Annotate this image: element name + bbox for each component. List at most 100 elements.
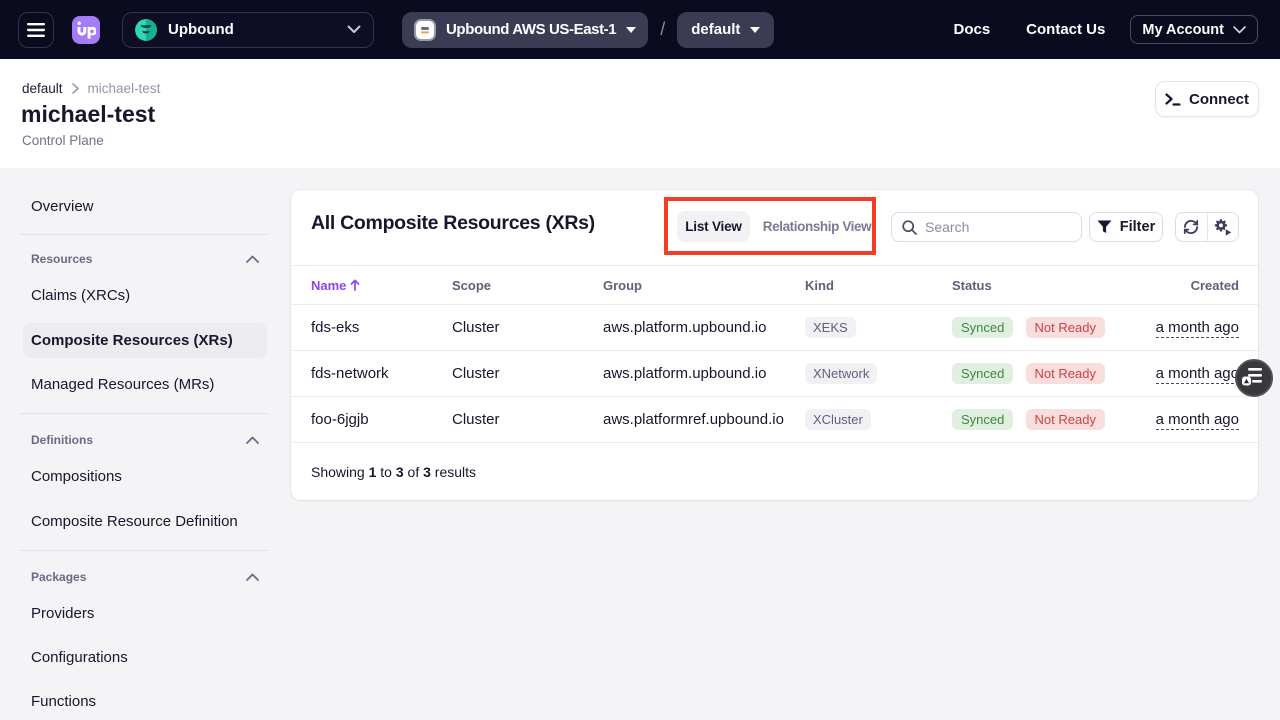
my-account-label: My Account bbox=[1142, 22, 1224, 38]
column-header-group[interactable]: Group bbox=[603, 278, 805, 293]
organization-select[interactable]: Upbound bbox=[122, 12, 374, 48]
top-navbar: Upbound Upbound AWS US-East-1 / default … bbox=[0, 0, 1280, 59]
kind-badge: XCluster bbox=[805, 409, 871, 430]
search-input[interactable] bbox=[925, 219, 1065, 235]
gear-play-icon bbox=[1214, 219, 1232, 236]
page-subtitle: Control Plane bbox=[22, 133, 104, 148]
docs-link[interactable]: Docs bbox=[953, 21, 990, 38]
summary-to: 3 bbox=[396, 464, 404, 480]
cell-group: aws.platform.upbound.io bbox=[603, 319, 805, 336]
search-box bbox=[891, 212, 1082, 242]
status-badge-synced: Synced bbox=[952, 317, 1013, 338]
group-select[interactable]: default bbox=[677, 12, 774, 48]
sidebar-section-definitions[interactable]: Definitions bbox=[31, 433, 259, 447]
resources-card: All Composite Resources (XRs) List View … bbox=[291, 190, 1258, 500]
menu-button[interactable] bbox=[18, 12, 54, 48]
cell-scope: Cluster bbox=[452, 411, 603, 428]
cell-scope: Cluster bbox=[452, 319, 603, 336]
cell-name: fds-eks bbox=[311, 319, 452, 336]
refresh-button[interactable] bbox=[1176, 213, 1207, 241]
kind-badge: XNetwork bbox=[805, 363, 877, 384]
sort-ascending-icon bbox=[350, 279, 360, 291]
cell-group: aws.platform.upbound.io bbox=[603, 365, 805, 382]
connect-label: Connect bbox=[1189, 91, 1249, 108]
summary-from: 1 bbox=[369, 464, 377, 480]
sidebar-section-label: Packages bbox=[31, 570, 86, 584]
sidebar-item-functions[interactable]: Functions bbox=[23, 684, 267, 719]
sidebar-section-label: Definitions bbox=[31, 433, 93, 447]
status-badge-not-ready: Not Ready bbox=[1026, 317, 1105, 338]
table-row[interactable]: fds-eks Cluster aws.platform.upbound.io … bbox=[291, 304, 1258, 350]
chevron-up-icon bbox=[246, 255, 259, 263]
filter-button[interactable]: Filter bbox=[1089, 212, 1163, 242]
list-view-tab[interactable]: List View bbox=[677, 211, 750, 242]
cell-name: fds-network bbox=[311, 365, 452, 382]
status-badge-not-ready: Not Ready bbox=[1026, 409, 1105, 430]
breadcrumb-chevron-icon bbox=[72, 83, 79, 94]
upbound-logo-icon bbox=[76, 21, 96, 39]
summary-text: Showing bbox=[311, 464, 369, 480]
column-header-name[interactable]: Name bbox=[311, 278, 452, 293]
cell-created[interactable]: a month ago bbox=[1156, 411, 1239, 430]
cell-created[interactable]: a month ago bbox=[1156, 365, 1239, 384]
hamburger-icon bbox=[27, 23, 45, 37]
my-account-button[interactable]: My Account bbox=[1130, 15, 1258, 44]
sidebar-item-overview[interactable]: Overview bbox=[23, 189, 267, 224]
table-row[interactable]: foo-6jgjb Cluster aws.platformref.upboun… bbox=[291, 396, 1258, 442]
page-header: default michael-test michael-test Contro… bbox=[0, 59, 1280, 168]
column-header-status[interactable]: Status bbox=[952, 278, 1139, 293]
organization-avatar bbox=[135, 19, 157, 41]
sidebar-item-configurations[interactable]: Configurations bbox=[23, 640, 267, 675]
breadcrumb-group[interactable]: default bbox=[22, 81, 63, 96]
breadcrumb: default michael-test bbox=[22, 81, 160, 96]
sidebar-item-managed-resources[interactable]: Managed Resources (MRs) bbox=[23, 367, 267, 402]
chevron-up-icon bbox=[246, 573, 259, 581]
group-select-label: default bbox=[691, 21, 740, 38]
control-plane-avatar bbox=[414, 19, 436, 41]
caret-down-icon bbox=[750, 27, 760, 33]
sidebar-item-claims[interactable]: Claims (XRCs) bbox=[23, 278, 267, 313]
control-plane-select-label: Upbound AWS US-East-1 bbox=[446, 21, 616, 38]
auto-refresh-button[interactable] bbox=[1208, 213, 1239, 241]
table-row[interactable]: fds-network Cluster aws.platform.upbound… bbox=[291, 350, 1258, 396]
sidebar: Overview Resources Claims (XRCs) Composi… bbox=[0, 168, 290, 720]
caret-down-icon bbox=[626, 27, 636, 33]
breadcrumb-slash: / bbox=[660, 19, 665, 40]
column-header-scope[interactable]: Scope bbox=[452, 278, 603, 293]
chevron-down-icon bbox=[347, 25, 361, 34]
search-icon bbox=[902, 220, 917, 235]
sidebar-item-composite-resource-definition[interactable]: Composite Resource Definition bbox=[23, 504, 267, 539]
status-badge-synced: Synced bbox=[952, 363, 1013, 384]
organization-select-label: Upbound bbox=[168, 21, 347, 38]
chevron-down-icon bbox=[1233, 26, 1246, 34]
cell-name: foo-6jgjb bbox=[311, 411, 452, 428]
upbound-logo[interactable] bbox=[72, 16, 100, 44]
column-header-kind[interactable]: Kind bbox=[805, 278, 952, 293]
relationship-view-tab[interactable]: Relationship View bbox=[764, 211, 870, 242]
kind-badge: XEKS bbox=[805, 317, 856, 338]
contact-us-link[interactable]: Contact Us bbox=[1026, 21, 1105, 38]
sidebar-item-composite-resources[interactable]: Composite Resources (XRs) bbox=[23, 323, 267, 358]
sidebar-section-resources[interactable]: Resources bbox=[31, 252, 259, 266]
connect-button[interactable]: Connect bbox=[1155, 81, 1259, 117]
chevron-up-icon bbox=[246, 436, 259, 444]
column-header-created[interactable]: Created bbox=[1139, 278, 1239, 293]
control-plane-select[interactable]: Upbound AWS US-East-1 bbox=[402, 12, 648, 48]
cell-created[interactable]: a month ago bbox=[1156, 319, 1239, 338]
page-title: michael-test bbox=[21, 101, 155, 128]
list-recorder-icon bbox=[1242, 367, 1266, 389]
sidebar-item-compositions[interactable]: Compositions bbox=[23, 459, 267, 494]
resources-table: Name Scope Group Kind Status Created fds… bbox=[291, 265, 1258, 442]
cell-group: aws.platformref.upbound.io bbox=[603, 411, 805, 428]
floating-widget-button[interactable] bbox=[1235, 359, 1273, 397]
sidebar-section-label: Resources bbox=[31, 252, 92, 266]
column-label: Name bbox=[311, 278, 346, 293]
filter-label: Filter bbox=[1120, 219, 1155, 235]
cell-scope: Cluster bbox=[452, 365, 603, 382]
refresh-controls bbox=[1175, 212, 1239, 242]
filter-icon bbox=[1097, 220, 1112, 234]
results-summary: Showing 1 to 3 of 3 results bbox=[291, 442, 1258, 500]
sidebar-item-providers[interactable]: Providers bbox=[23, 596, 267, 631]
sidebar-section-packages[interactable]: Packages bbox=[31, 570, 259, 584]
refresh-icon bbox=[1183, 219, 1200, 235]
